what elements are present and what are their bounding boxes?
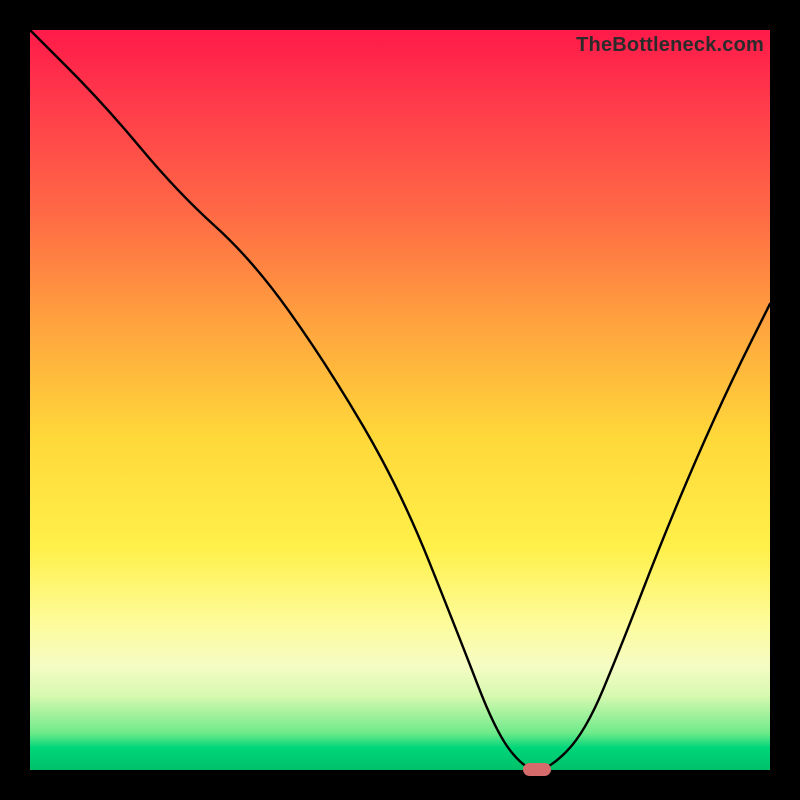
optimal-point-marker	[523, 763, 551, 776]
chart-frame: TheBottleneck.com	[0, 0, 800, 800]
bottleneck-curve	[30, 30, 770, 770]
curve-path	[30, 30, 770, 770]
plot-area: TheBottleneck.com	[30, 30, 770, 770]
